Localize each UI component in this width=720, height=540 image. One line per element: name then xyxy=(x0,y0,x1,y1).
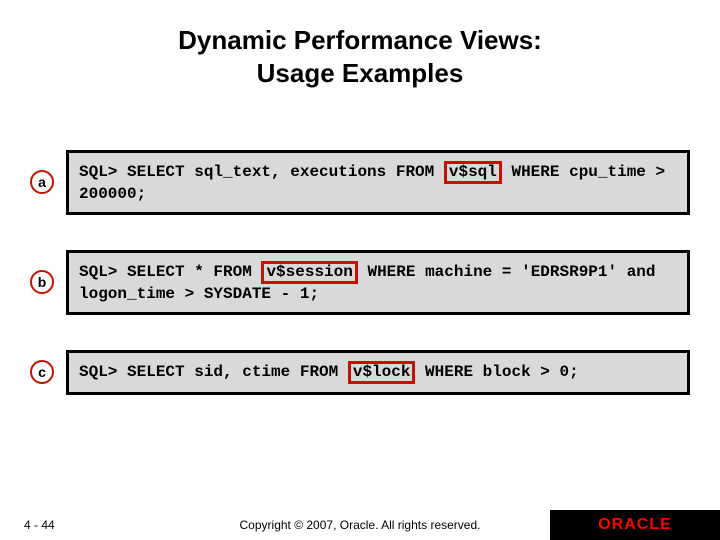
code-a-highlight: v$sql xyxy=(444,161,502,184)
marker-a: a xyxy=(30,170,54,194)
title-line-2: Usage Examples xyxy=(257,58,464,88)
brand-text: ORACLE xyxy=(598,516,672,534)
marker-c: c xyxy=(30,360,54,384)
example-row-b: b SQL> SELECT * FROM v$session WHERE mac… xyxy=(30,250,690,315)
example-row-a: a SQL> SELECT sql_text, executions FROM … xyxy=(30,150,690,215)
code-c-highlight: v$lock xyxy=(348,361,416,384)
title-line-1: Dynamic Performance Views: xyxy=(178,25,542,55)
code-c-pre: SQL> SELECT sid, ctime FROM xyxy=(79,363,348,381)
slide: Dynamic Performance Views: Usage Example… xyxy=(0,0,720,540)
code-a-pre: SQL> SELECT sql_text, executions FROM xyxy=(79,163,444,181)
codebox-b: SQL> SELECT * FROM v$session WHERE machi… xyxy=(66,250,690,315)
slide-title: Dynamic Performance Views: Usage Example… xyxy=(0,24,720,89)
code-b-highlight: v$session xyxy=(261,261,357,284)
footer: 4 - 44 Copyright © 2007, Oracle. All rig… xyxy=(0,510,720,540)
brand-badge: ORACLE xyxy=(550,510,720,540)
marker-b: b xyxy=(30,270,54,294)
code-c-post: WHERE block > 0; xyxy=(415,363,578,381)
codebox-a: SQL> SELECT sql_text, executions FROM v$… xyxy=(66,150,690,215)
example-row-c: c SQL> SELECT sid, ctime FROM v$lock WHE… xyxy=(30,350,690,395)
codebox-c: SQL> SELECT sid, ctime FROM v$lock WHERE… xyxy=(66,350,690,395)
code-b-pre: SQL> SELECT * FROM xyxy=(79,263,261,281)
